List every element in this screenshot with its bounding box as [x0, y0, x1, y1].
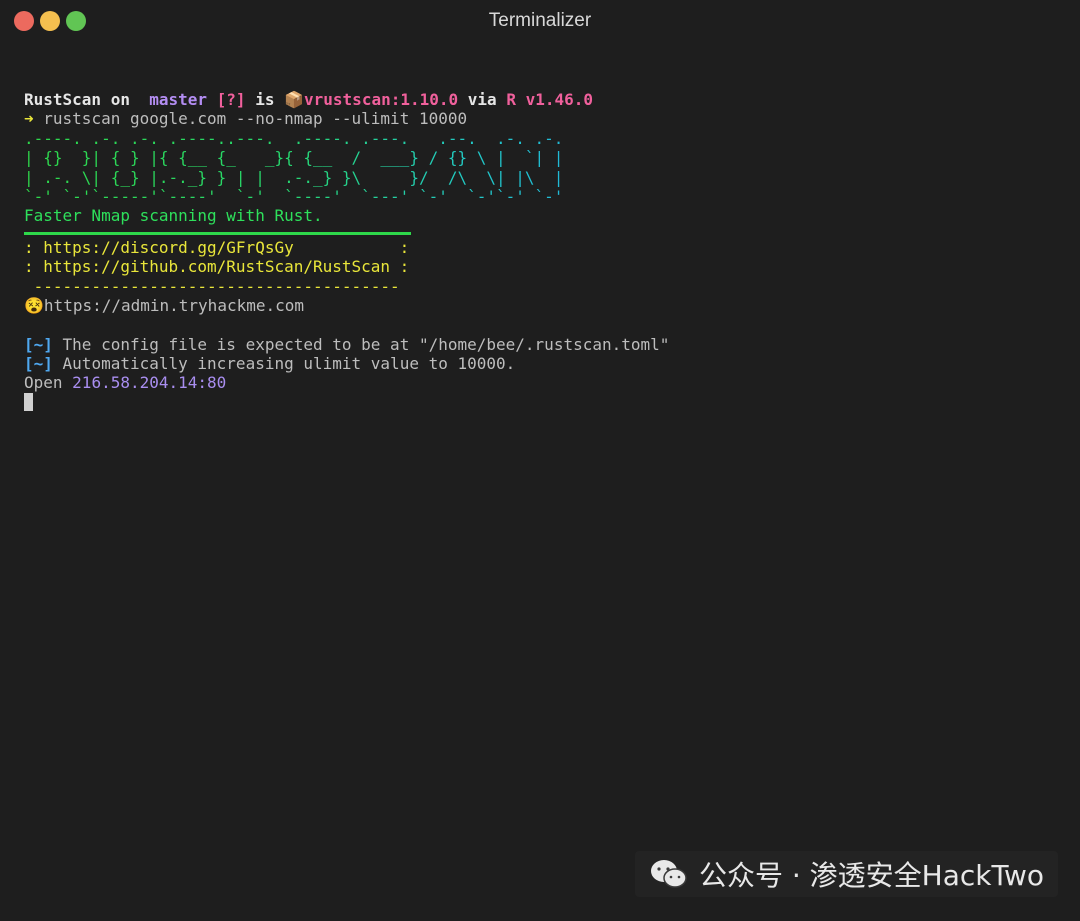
watermark: 公众号 · 渗透安全HackTwo [634, 851, 1058, 897]
banner-dashes: -------------------------------------- [24, 276, 400, 296]
info-tag: [~] [24, 354, 53, 374]
open-label: Open [24, 373, 73, 393]
github-link[interactable]: : https://github.com/RustScan/RustScan : [24, 257, 669, 276]
open-address: 216.58.204.14:80 [72, 373, 227, 393]
wechat-icon [650, 860, 687, 888]
info-tag: [~] [24, 334, 53, 354]
open-port-line: Open 216.58.204.14:80 [24, 373, 669, 392]
terminal-output[interactable]: RustScan on master [?] is 📦vrustscan:1.1… [24, 90, 669, 412]
prompt-dir: RustScan [24, 90, 102, 109]
rust-version: v1.46.0 [515, 90, 594, 109]
cursor-line [24, 392, 669, 412]
banner-tagline: Faster Nmap scanning with Rust. [24, 206, 323, 226]
ascii-banner-line: | .-. \| {_} |.-._} } | | .-._} }\ }/ /\… [24, 168, 669, 187]
prompt-arrow-icon: ➜ [24, 109, 34, 129]
admin-url[interactable]: https://admin.tryhackme.com [44, 296, 304, 315]
command-text: rustscan google.com --no-nmap --ulimit 1… [33, 109, 468, 129]
window-title: Terminalizer [488, 10, 592, 31]
prompt-is: is [245, 90, 285, 109]
prompt-on: on [101, 90, 140, 109]
banner-divider [24, 231, 411, 235]
rust-icon: R [506, 90, 516, 109]
terminal-window: Terminalizer RustScan on master [?] is 📦… [0, 0, 1080, 921]
command-line: ➜ rustscan google.com --no-nmap --ulimit… [24, 109, 669, 128]
package-version: vrustscan:1.10.0 [304, 90, 459, 109]
ascii-banner-line: `-' `-'`-----'`----' `-' `----' `---' `-… [24, 187, 669, 206]
shell-prompt: RustScan on master [?] is 📦vrustscan:1.1… [24, 90, 669, 109]
output-text: The config file is expected to be at "/h… [52, 334, 670, 354]
git-branch: master [139, 90, 208, 109]
prompt-via: via [458, 90, 507, 109]
title-bar: Terminalizer [0, 0, 1080, 42]
ascii-banner-line: .----. .-. .-. .----..---. .----. .---. … [24, 129, 669, 148]
git-status: [?] [207, 90, 246, 109]
output-line: [~] Automatically increasing ulimit valu… [24, 354, 669, 373]
watermark-text: 公众号 · 渗透安全HackTwo [698, 859, 1044, 892]
output-text: Automatically increasing ulimit value to… [52, 354, 516, 374]
discord-link[interactable]: : https://discord.gg/GFrQsGy : [24, 238, 669, 257]
text-cursor [24, 392, 33, 411]
dizzy-face-icon: 😵 [24, 295, 44, 315]
ascii-banner-line: | {} }| { } |{ {__ {_ _}{ {__ / ___} / {… [24, 148, 669, 167]
admin-line: 😵https://admin.tryhackme.com [24, 296, 669, 315]
output-line: [~] The config file is expected to be at… [24, 335, 669, 354]
package-icon: 📦 [284, 90, 305, 109]
